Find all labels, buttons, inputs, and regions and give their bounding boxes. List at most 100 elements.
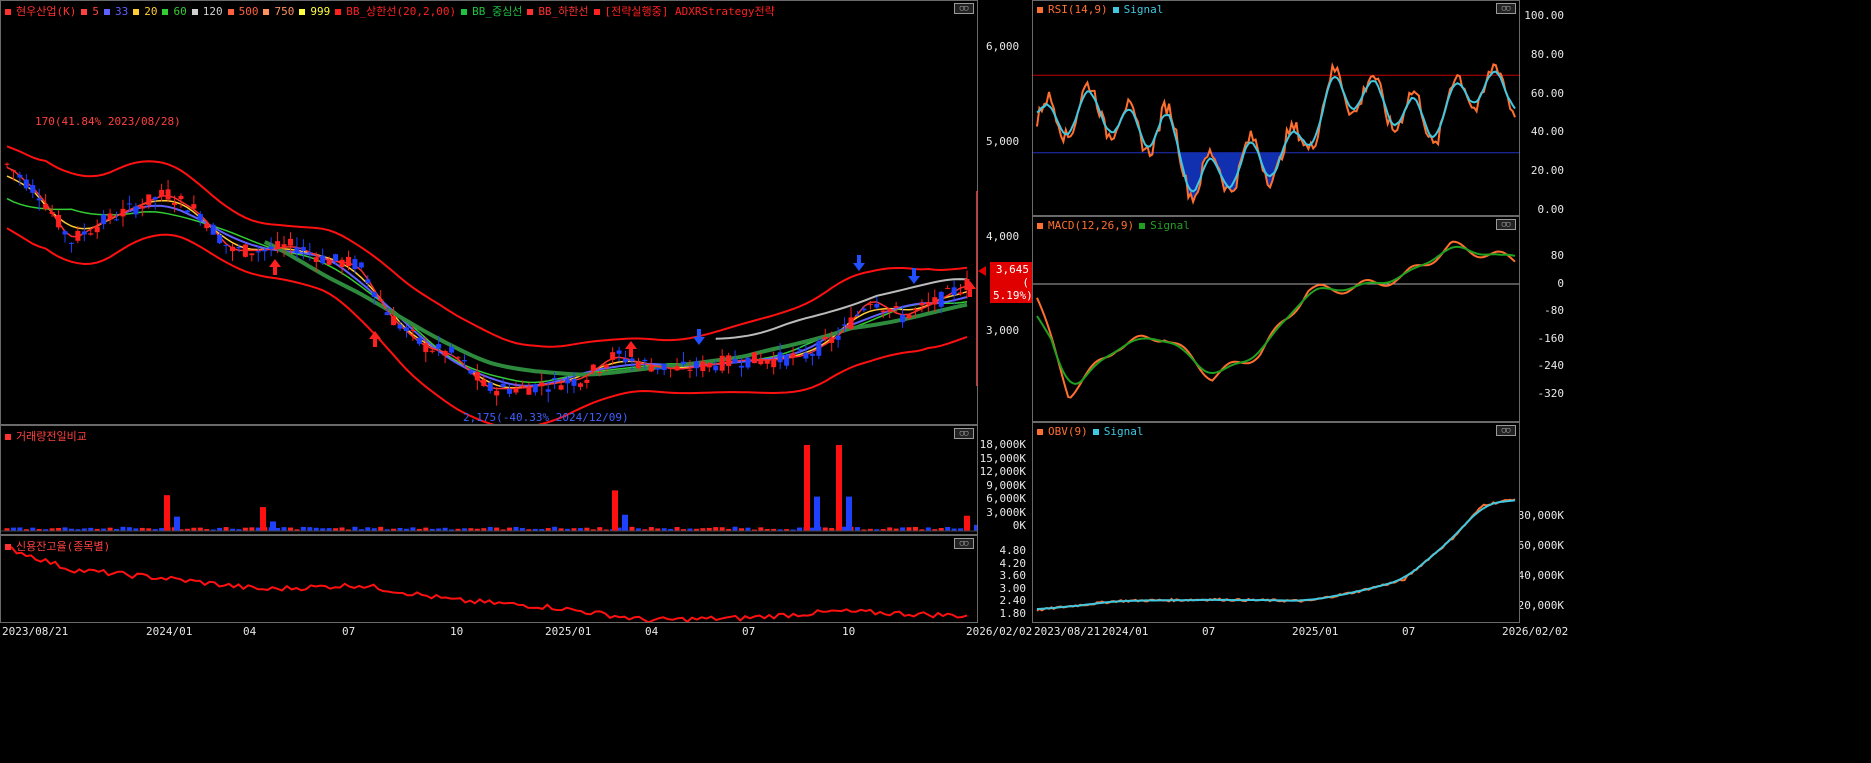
- candle-body: [623, 358, 629, 363]
- volume-bar: [30, 527, 36, 531]
- bb-lower-line: [6, 227, 968, 424]
- y-tick-label: 3.60: [999, 569, 1027, 583]
- x-tick-label: 07: [1402, 625, 1416, 638]
- legend-swatch: [81, 9, 88, 15]
- rsi-signal-line: [1036, 70, 1516, 193]
- candle-body: [552, 377, 558, 380]
- candle-body: [616, 350, 622, 354]
- y-tick-label: 1.80: [999, 607, 1027, 620]
- volume-bar: [487, 526, 493, 531]
- candle-body: [532, 384, 538, 393]
- ma20-line: [6, 175, 968, 389]
- candle-body: [900, 314, 906, 323]
- legend-swatch: [1139, 223, 1146, 229]
- pane-window-button[interactable]: ▢▢: [1496, 425, 1516, 436]
- candle-body: [17, 174, 23, 178]
- pane-window-button[interactable]: ▢▢: [1496, 3, 1516, 14]
- macd-line: [1036, 240, 1516, 399]
- volume-spike-bar: [164, 495, 170, 531]
- current-price-marker-icon: [978, 266, 986, 276]
- y-tick-label: 0K: [1012, 519, 1026, 532]
- volume-bar: [507, 527, 513, 531]
- volume-bar: [307, 527, 313, 531]
- ma33-line: [122, 204, 968, 387]
- macd-y-axis: 80 0 -80 -160 -240 -320: [1520, 216, 1570, 422]
- y-tick-label: 40.00: [1530, 125, 1564, 139]
- candle-body: [635, 362, 641, 369]
- rsi-pane[interactable]: RSI(14,9) Signal ▢▢: [1032, 0, 1520, 216]
- legend-label: 20: [144, 5, 158, 18]
- credit-pane[interactable]: 신용잔고율(종목별) ▢▢: [0, 535, 978, 623]
- x-tick-label: 10: [450, 625, 464, 638]
- legend-swatch: [263, 9, 270, 15]
- y-tick-label: 4.20: [999, 556, 1027, 570]
- candle-body: [751, 352, 757, 364]
- legend-swatch: [1112, 7, 1119, 13]
- candle-body: [81, 231, 87, 235]
- x-tick-label: 2026/02/02: [1502, 625, 1569, 638]
- high-annotation: 170(41.84% 2023/08/28): [35, 115, 181, 128]
- x-tick-label: 07: [342, 625, 356, 638]
- candle-body: [230, 246, 236, 252]
- volume-bar: [287, 527, 293, 531]
- candle-body: [494, 390, 500, 396]
- pane-window-button[interactable]: ▢▢: [954, 428, 974, 439]
- volume-bar: [126, 527, 132, 531]
- y-tick-label: 5,000: [986, 135, 1020, 148]
- volume-bar: [622, 514, 628, 531]
- y-tick-label: 15,000K: [979, 451, 1026, 465]
- candle-body: [217, 234, 223, 244]
- y-tick-label: 6,000: [986, 40, 1020, 53]
- candle-body: [378, 299, 384, 301]
- candle-body: [23, 179, 29, 189]
- candle-body: [101, 214, 107, 225]
- volume-y-axis: 18,000K 15,000K 12,000K 9,000K 6,000K 3,000K 0…: [978, 425, 1032, 535]
- volume-bar: [758, 527, 764, 531]
- sell-arrow-icon: [853, 255, 865, 271]
- candle-body: [184, 210, 190, 213]
- x-tick-label: 2025/01: [545, 625, 592, 638]
- candle-body: [345, 256, 351, 267]
- legend-swatch: [227, 9, 234, 15]
- candle-body: [526, 387, 532, 395]
- candle-body: [49, 211, 55, 214]
- obv-legend: OBV(9) Signal: [1037, 425, 1149, 438]
- candle-body: [906, 314, 912, 319]
- legend-swatch: [335, 9, 342, 15]
- right-x-axis: 2023/08/21 2024/01 07 2025/01 07 2026/02/02: [1032, 623, 1570, 641]
- legend-label: BB_중심선: [472, 5, 523, 18]
- rsi-oversold-fill: [1037, 152, 1515, 202]
- volume-bar: [900, 527, 906, 531]
- pane-window-button[interactable]: ▢▢: [954, 3, 974, 14]
- pane-window-button[interactable]: ▢▢: [1496, 219, 1516, 230]
- candle-body: [210, 224, 216, 235]
- y-tick-label: 80.00: [1530, 47, 1564, 61]
- candle-body: [281, 244, 287, 248]
- candle-body: [507, 389, 513, 394]
- volume-bar: [423, 527, 429, 531]
- candle-body: [726, 355, 732, 367]
- rsi-y-axis: 100.00 80.00 60.00 40.00 20.00 0.00: [1520, 0, 1570, 216]
- candle-body: [661, 363, 667, 371]
- candle-body: [745, 357, 751, 368]
- pane-window-button[interactable]: ▢▢: [954, 538, 974, 549]
- candle-body: [867, 303, 873, 305]
- x-tick-label: 04: [645, 625, 659, 638]
- y-tick-label: 0: [1557, 276, 1564, 290]
- obv-pane[interactable]: OBV(9) Signal ▢▢: [1032, 422, 1520, 623]
- legend-swatch: [162, 9, 169, 15]
- candle-body: [764, 360, 770, 364]
- legend-swatch: [1092, 429, 1099, 435]
- price-chart-pane[interactable]: 현우산업(K) 5 33 20 60 120 500 750 999 BB_상한선(20,2,00…: [0, 0, 978, 425]
- legend-label: Signal: [1103, 425, 1144, 438]
- volume-bar: [281, 527, 287, 531]
- macd-pane[interactable]: MACD(12,26,9) Signal ▢▢: [1032, 216, 1520, 422]
- legend-swatch: [5, 9, 11, 15]
- candle-body: [777, 352, 783, 363]
- credit-plot: [6, 544, 968, 622]
- volume-pane[interactable]: 거래량전일비교 ▢▢: [0, 425, 978, 535]
- candle-body: [854, 314, 860, 316]
- candle-body: [326, 259, 332, 265]
- credit-y-axis: 4.80 4.20 3.60 3.00 2.40 1.80: [978, 535, 1032, 623]
- buy-arrow-icon: [369, 331, 381, 347]
